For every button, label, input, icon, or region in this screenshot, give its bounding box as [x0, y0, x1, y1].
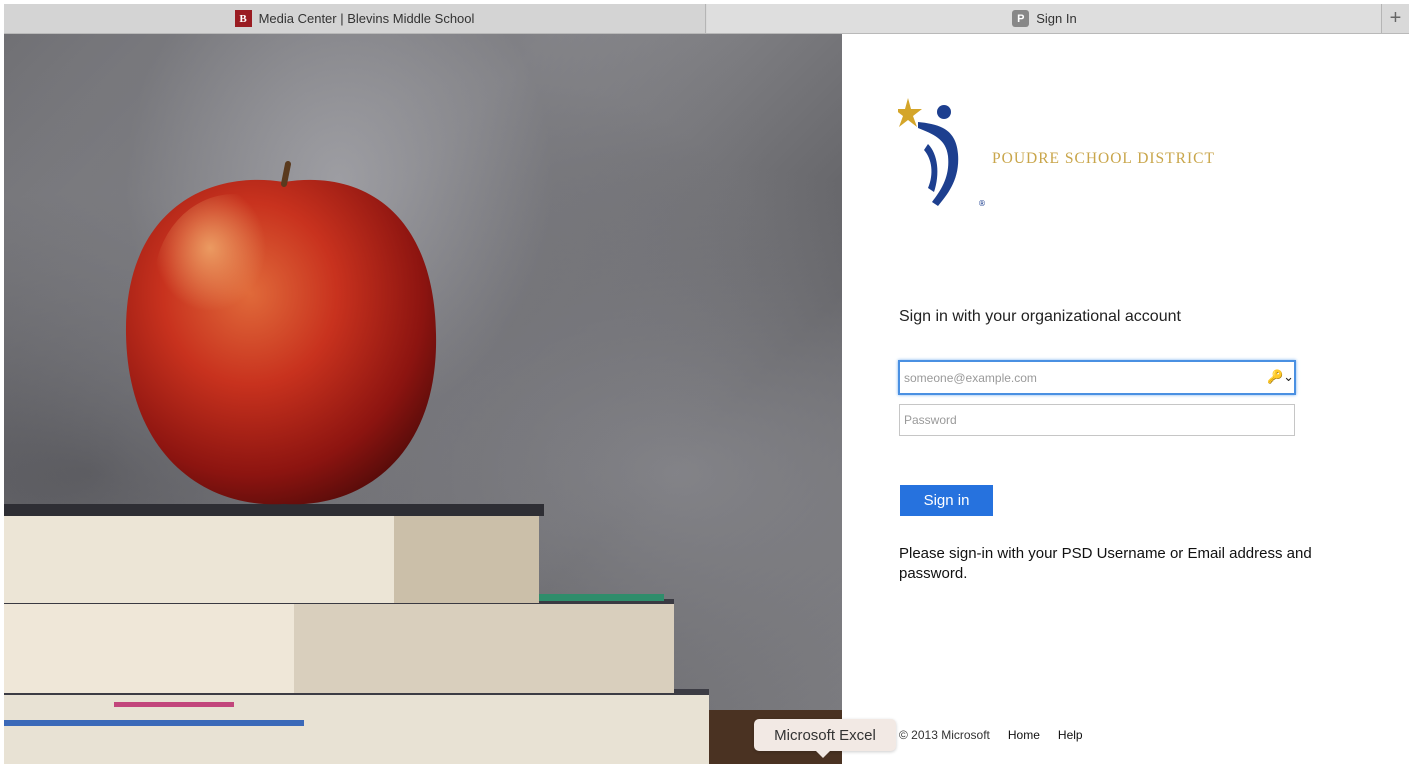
psd-favicon-icon: P — [1012, 10, 1030, 27]
tab-title: Sign In — [1036, 11, 1077, 26]
footer: © 2013 Microsoft Home Help — [899, 728, 1083, 742]
new-tab-button[interactable]: + — [1381, 4, 1409, 33]
sign-in-panel: ® POUDRE SCHOOL DISTRICT Sign in with yo… — [842, 34, 1409, 764]
tab-title: Media Center | Blevins Middle School — [258, 11, 475, 26]
password-field[interactable] — [899, 404, 1295, 436]
key-dropdown-icon[interactable]: 🔑⌄ — [1267, 369, 1294, 385]
logo-text: POUDRE SCHOOL DISTRICT — [992, 150, 1215, 167]
sign-in-button[interactable]: Sign in — [900, 485, 993, 516]
browser-tab-bar: B Media Center | Blevins Middle School P… — [4, 4, 1409, 34]
sign-in-instructions: Please sign-in with your PSD Username or… — [899, 545, 1312, 582]
dock-tooltip: Microsoft Excel — [754, 719, 896, 758]
tab-media-center[interactable]: B Media Center | Blevins Middle School — [4, 4, 706, 33]
logo-trademark: ® — [978, 199, 986, 208]
apple-on-books-image — [4, 161, 842, 764]
blevins-favicon-icon: B — [234, 10, 252, 27]
copyright-text: © 2013 Microsoft — [899, 728, 990, 742]
tab-sign-in[interactable]: P Sign In — [707, 4, 1382, 33]
email-field[interactable] — [898, 360, 1296, 395]
poudre-school-district-logo: ® POUDRE SCHOOL DISTRICT — [894, 94, 1228, 214]
psd-star-figure-icon: ® — [894, 98, 986, 208]
sign-in-heading: Sign in with your organizational account — [899, 308, 1181, 325]
help-link[interactable]: Help — [1058, 728, 1083, 742]
home-link[interactable]: Home — [1008, 728, 1040, 742]
hero-illustration — [4, 34, 842, 764]
